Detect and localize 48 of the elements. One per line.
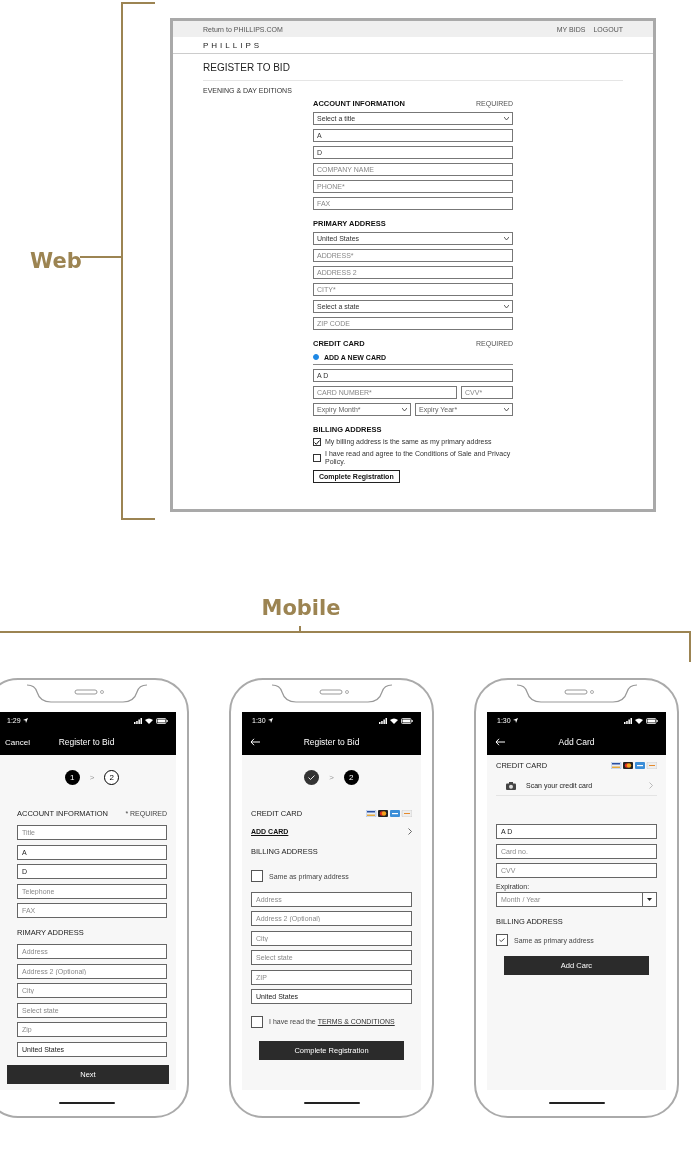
wifi-icon (390, 717, 398, 724)
chevron-down-icon (402, 408, 407, 411)
location-arrow-icon (512, 718, 518, 723)
cancel-button[interactable]: Cancel (5, 737, 30, 747)
back-arrow-icon[interactable] (495, 738, 505, 746)
location-arrow-icon (267, 718, 273, 723)
step-separator: > (329, 772, 334, 782)
location-arrow-icon (22, 718, 28, 723)
chevron-down-icon (504, 117, 509, 120)
step-indicator: 1 (64, 769, 80, 785)
check-icon (308, 774, 316, 780)
chevron-right-icon (408, 827, 412, 835)
step-indicator: 2 (104, 769, 120, 785)
mobile-label: Mobile (261, 596, 341, 622)
checkbox[interactable] (313, 438, 321, 446)
dropdown-icon (647, 898, 652, 901)
checkmark-icon (314, 439, 320, 445)
signal-icon (379, 717, 387, 724)
wifi-icon (145, 717, 153, 724)
home-indicator (548, 1102, 605, 1104)
page-title: REGISTER TO BID (203, 62, 291, 73)
radio-button[interactable] (313, 354, 319, 360)
chevron-right-icon (649, 782, 653, 789)
checkbox[interactable] (496, 934, 508, 946)
back-arrow-icon[interactable] (250, 738, 260, 746)
checkmark-icon (499, 938, 505, 942)
battery-icon (646, 717, 658, 724)
checkbox[interactable] (251, 1015, 263, 1028)
chevron-down-icon (504, 305, 509, 308)
screen-title: Add Card (557, 737, 596, 747)
home-indicator (58, 1102, 115, 1104)
chevron-down-icon (504, 237, 509, 240)
web-label: Web (30, 249, 82, 273)
step-indicator: 2 (343, 769, 359, 785)
checkbox[interactable] (313, 454, 321, 463)
screen-title: Register to Bid (57, 737, 116, 747)
chevron-down-icon (504, 408, 509, 411)
logo[interactable]: PHILLIPS (203, 40, 263, 50)
checkbox[interactable] (251, 870, 263, 882)
home-indicator (303, 1102, 360, 1104)
camera-icon (506, 781, 516, 790)
signal-icon (134, 717, 142, 724)
battery-icon (401, 717, 413, 724)
screen-title: Register to Bid (302, 737, 361, 747)
wifi-icon (635, 717, 643, 724)
step-separator: > (89, 772, 95, 782)
signal-icon (624, 717, 632, 724)
battery-icon (156, 717, 168, 724)
